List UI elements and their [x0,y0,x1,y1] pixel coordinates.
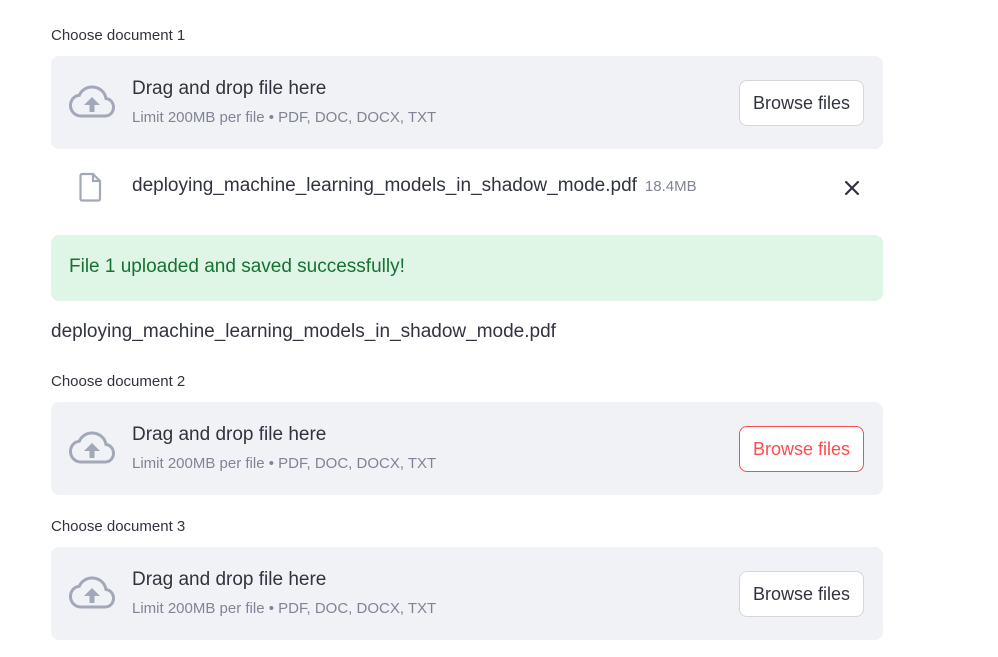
cloud-upload-icon [69,576,115,609]
cloud-upload-icon [69,431,115,464]
close-icon[interactable] [841,177,863,199]
file-icon [79,172,102,202]
uploader-3-text: Drag and drop file here Limit 200MB per … [132,567,436,619]
uploader-3-label: Choose document 3 [51,518,186,535]
uploaded-file-name-text: deploying_machine_learning_models_in_sha… [132,175,637,196]
browse-files-button-1[interactable]: Browse files [739,80,864,126]
success-alert: File 1 uploaded and saved successfully! [51,235,883,301]
success-message: File 1 uploaded and saved successfully! [69,256,405,277]
dropzone-title: Drag and drop file here [132,569,327,590]
page: Choose document 1 Drag and drop file her… [0,0,998,657]
dropzone-title: Drag and drop file here [132,78,327,99]
browse-files-button-3[interactable]: Browse files [739,571,864,617]
uploader-1-label: Choose document 1 [51,27,186,44]
uploaded-file-name: deploying_machine_learning_models_in_sha… [132,175,697,197]
cloud-upload-icon [69,85,115,118]
displayed-filename: deploying_machine_learning_models_in_sha… [51,321,556,342]
uploader-3-dropzone[interactable]: Drag and drop file here Limit 200MB per … [51,547,883,640]
uploaded-file-size: 18.4MB [644,178,697,195]
uploader-1-text: Drag and drop file here Limit 200MB per … [132,76,436,128]
uploader-1-dropzone[interactable]: Drag and drop file here Limit 200MB per … [51,56,883,149]
dropzone-subtitle: Limit 200MB per file • PDF, DOC, DOCX, T… [132,109,437,126]
uploaded-file-row: deploying_machine_learning_models_in_sha… [51,163,883,211]
browse-files-button-2[interactable]: Browse files [739,426,864,472]
dropzone-subtitle: Limit 200MB per file • PDF, DOC, DOCX, T… [132,600,437,617]
uploader-2-label: Choose document 2 [51,373,186,390]
dropzone-title: Drag and drop file here [132,424,327,445]
uploader-2-dropzone[interactable]: Drag and drop file here Limit 200MB per … [51,402,883,495]
dropzone-subtitle: Limit 200MB per file • PDF, DOC, DOCX, T… [132,455,437,472]
uploader-2-text: Drag and drop file here Limit 200MB per … [132,422,436,474]
